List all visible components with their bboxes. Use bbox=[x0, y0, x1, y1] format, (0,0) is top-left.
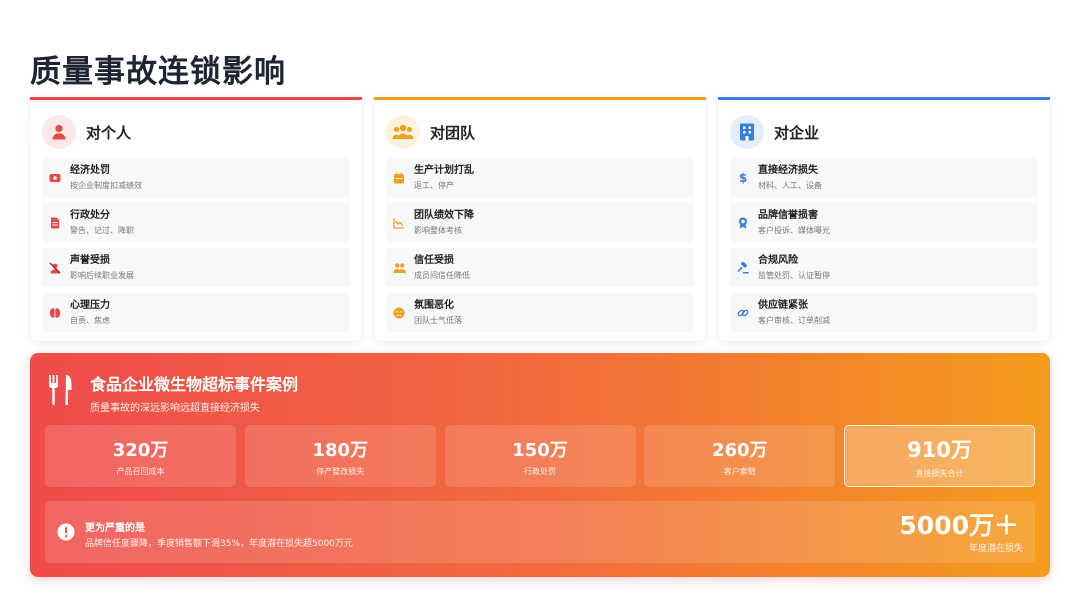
stat-card-total: 910万 直接损失合计 bbox=[844, 425, 1035, 487]
team-icon bbox=[386, 115, 420, 149]
item-title: 心理压力 bbox=[70, 299, 110, 311]
item-desc: 团队士气低落 bbox=[414, 315, 462, 325]
card-enterprise: 对企业 $ 直接经济损失 材料、人工、设备 品牌信誉损害 客户投诉、媒体曝光 合… bbox=[718, 97, 1050, 341]
card-team: 对团队 生产计划打乱 返工、停产 团队绩效下降 影响整体考核 信任受损 成员间信… bbox=[374, 97, 706, 341]
item-title: 信任受损 bbox=[414, 254, 454, 266]
list-item: 团队绩效下降 影响整体考核 bbox=[386, 203, 694, 242]
item-desc: 自责、焦虑 bbox=[70, 315, 110, 325]
stat-value: 180万 bbox=[312, 439, 369, 461]
gavel-icon bbox=[736, 261, 750, 275]
serious-title: 更为严重的是 bbox=[85, 523, 145, 534]
person-icon bbox=[42, 115, 76, 149]
item-title: 声誉受损 bbox=[70, 254, 110, 266]
muted-user-icon bbox=[48, 261, 62, 275]
document-icon bbox=[48, 216, 62, 230]
stat-value: 320万 bbox=[112, 439, 169, 461]
case-panel: 食品企业微生物超标事件案例 质量事故的深远影响远超直接经济损失 320万 产品召… bbox=[30, 353, 1050, 577]
stat-label: 行政处罚 bbox=[524, 466, 556, 476]
loss-stats: 320万 产品召回成本 180万 停产整改损失 150万 行政处罚 260万 客… bbox=[45, 425, 1035, 487]
list-item: 信任受损 成员间信任降低 bbox=[386, 248, 694, 287]
case-title: 食品企业微生物超标事件案例 bbox=[90, 375, 299, 394]
stat-value: 150万 bbox=[512, 439, 568, 461]
list-item: $ 直接经济损失 材料、人工、设备 bbox=[730, 158, 1038, 197]
stat-value: 260万 bbox=[711, 439, 768, 461]
item-title: 直接经济损失 bbox=[758, 164, 818, 176]
item-desc: 客户审核、订单削减 bbox=[758, 315, 830, 325]
building-icon bbox=[730, 115, 764, 149]
item-title: 生产计划打乱 bbox=[414, 164, 474, 176]
sad-face-icon bbox=[392, 306, 406, 320]
stat-label: 直接损失合计 bbox=[915, 468, 964, 478]
stat-label: 客户索赔 bbox=[723, 466, 756, 476]
card-title: 对个人 bbox=[86, 123, 132, 142]
list-item: 品牌信誉损害 客户投诉、媒体曝光 bbox=[730, 203, 1038, 242]
impact-cards: 对个人 经济处罚 按企业制度扣减绩效 行政处分 警告、记过、降职 声誉受损 影响… bbox=[30, 97, 1050, 341]
card-title: 对企业 bbox=[774, 123, 820, 142]
award-icon bbox=[736, 216, 750, 230]
potential-loss-value: 5000万＋ bbox=[899, 511, 1019, 540]
page-title: 质量事故连锁影响 bbox=[30, 54, 286, 90]
brain-icon bbox=[48, 306, 62, 320]
stat-label: 停产整改损失 bbox=[316, 466, 365, 476]
serious-impact-box: 更为严重的是 品牌信任度骤降，季度销售额下滑35%，年度潜在损失超5000万元 … bbox=[45, 501, 1035, 563]
item-desc: 警告、记过、降职 bbox=[70, 225, 134, 235]
item-desc: 成员间信任降低 bbox=[414, 270, 470, 280]
item-title: 行政处分 bbox=[70, 209, 110, 221]
stat-card: 180万 停产整改损失 bbox=[244, 425, 436, 487]
card-header: 对团队 bbox=[386, 112, 694, 152]
stat-value: 910万 bbox=[907, 437, 972, 462]
item-desc: 影响后续职业发展 bbox=[70, 270, 134, 280]
calendar-icon bbox=[392, 171, 406, 185]
item-title: 团队绩效下降 bbox=[414, 209, 474, 221]
case-subtitle: 质量事故的深远影响远超直接经济损失 bbox=[90, 403, 260, 414]
list-item: 合规风险 监管处罚、认证暂停 bbox=[730, 248, 1038, 287]
item-desc: 监管处罚、认证暂停 bbox=[758, 270, 830, 280]
stat-card: 320万 产品召回成本 bbox=[45, 425, 236, 487]
stat-label: 产品召回成本 bbox=[116, 466, 165, 476]
item-desc: 返工、停产 bbox=[414, 180, 454, 190]
list-item: 心理压力 自责、焦虑 bbox=[42, 293, 350, 332]
item-title: 氛围恶化 bbox=[414, 299, 454, 311]
serious-desc: 品牌信任度骤降，季度销售额下滑35%，年度潜在损失超5000万元 bbox=[85, 539, 353, 549]
list-item: 供应链紧张 客户审核、订单削减 bbox=[730, 293, 1038, 332]
link-icon bbox=[736, 306, 750, 320]
list-item: 行政处分 警告、记过、降职 bbox=[42, 203, 350, 242]
utensils-icon bbox=[48, 375, 74, 409]
card-header: 对个人 bbox=[42, 112, 350, 152]
users-icon bbox=[392, 261, 406, 275]
stat-card: 150万 行政处罚 bbox=[444, 425, 636, 487]
item-desc: 客户投诉、媒体曝光 bbox=[758, 225, 830, 235]
list-item: 声誉受损 影响后续职业发展 bbox=[42, 248, 350, 287]
list-item: 经济处罚 按企业制度扣减绩效 bbox=[42, 158, 350, 197]
item-title: 经济处罚 bbox=[70, 164, 110, 176]
alert-icon bbox=[57, 523, 75, 545]
item-title: 供应链紧张 bbox=[758, 299, 808, 311]
card-individual: 对个人 经济处罚 按企业制度扣减绩效 行政处分 警告、记过、降职 声誉受损 影响… bbox=[30, 97, 362, 341]
fine-icon bbox=[48, 171, 62, 185]
item-title: 品牌信誉损害 bbox=[758, 209, 818, 221]
item-desc: 影响整体考核 bbox=[414, 225, 462, 235]
dollar-icon: $ bbox=[738, 170, 748, 185]
card-title: 对团队 bbox=[430, 123, 476, 142]
item-title: 合规风险 bbox=[758, 254, 798, 266]
card-header: 对企业 bbox=[730, 112, 1038, 152]
item-desc: 材料、人工、设备 bbox=[758, 180, 822, 190]
list-item: 生产计划打乱 返工、停产 bbox=[386, 158, 694, 197]
stat-card: 260万 客户索赔 bbox=[644, 425, 836, 487]
item-desc: 按企业制度扣减绩效 bbox=[70, 180, 142, 190]
list-item: 氛围恶化 团队士气低落 bbox=[386, 293, 694, 332]
chart-down-icon bbox=[392, 216, 406, 230]
potential-loss-label: 年度潜在损失 bbox=[968, 544, 1023, 554]
